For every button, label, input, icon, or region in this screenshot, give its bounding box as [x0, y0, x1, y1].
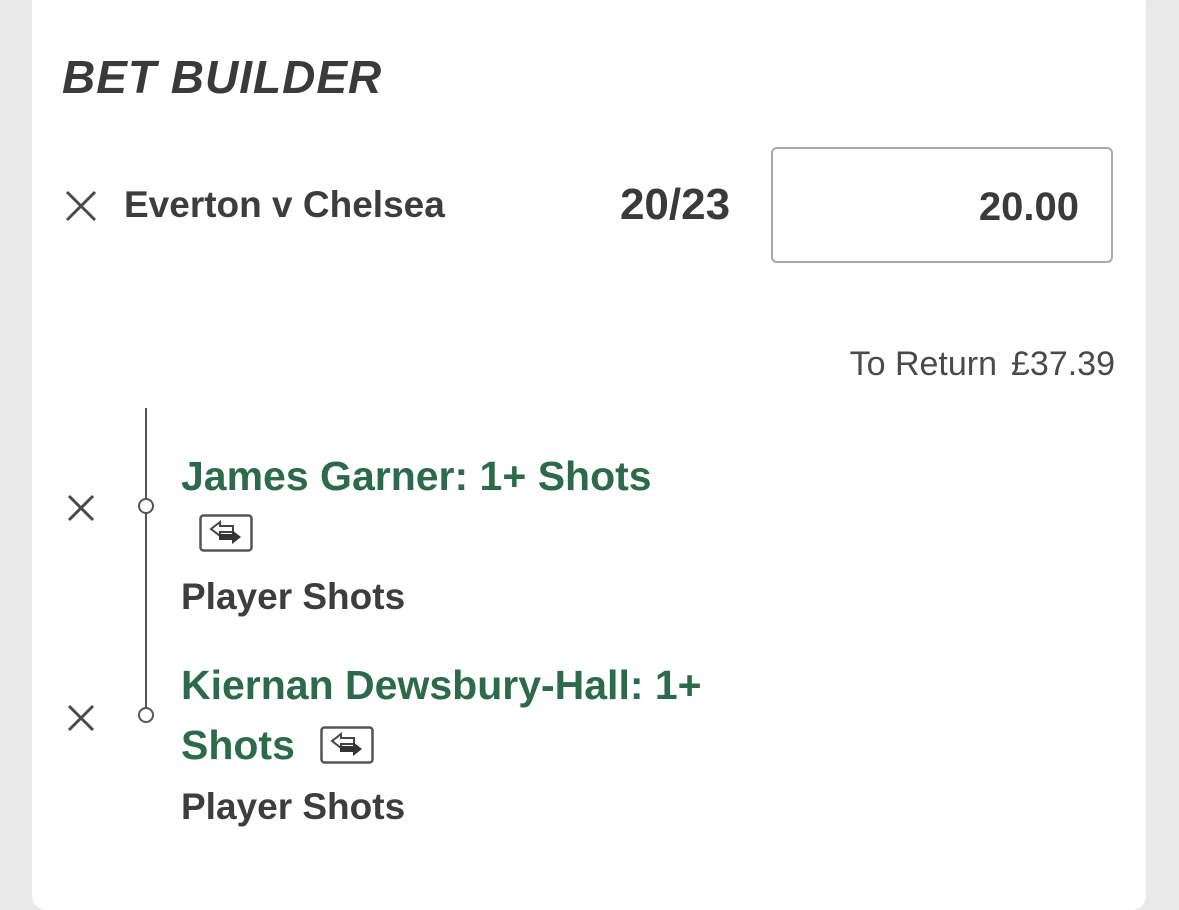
- remove-match-close-icon[interactable]: [65, 190, 97, 222]
- timeline-node: [138, 707, 154, 723]
- selection-title-line2-text: Shots: [181, 722, 295, 768]
- stake-input[interactable]: 20.00: [771, 147, 1113, 263]
- selection-title-line2: Shots: [181, 715, 375, 775]
- selection-timeline: [145, 408, 147, 715]
- stake-value: 20.00: [978, 185, 1079, 229]
- selection-market: Player Shots: [181, 576, 406, 617]
- remove-selection-close-icon[interactable]: [67, 704, 95, 732]
- to-return-amount: £37.39: [1011, 345, 1115, 383]
- bet-builder-title: BET BUILDER: [62, 51, 383, 103]
- match-name: Everton v Chelsea: [124, 184, 445, 225]
- to-return-label: To Return: [849, 345, 997, 383]
- swap-icon[interactable]: [199, 514, 253, 552]
- match-odds: 20/23: [619, 180, 731, 229]
- selection-title: James Garner: 1+ Shots: [181, 453, 652, 499]
- swap-icon[interactable]: [320, 726, 375, 764]
- remove-selection-close-icon[interactable]: [67, 494, 95, 522]
- timeline-node: [138, 498, 154, 514]
- selection-title-line1: Kiernan Dewsbury-Hall: 1+: [181, 662, 702, 708]
- to-return: To Return £37.39: [850, 345, 1115, 384]
- selection-market: Player Shots: [181, 786, 406, 827]
